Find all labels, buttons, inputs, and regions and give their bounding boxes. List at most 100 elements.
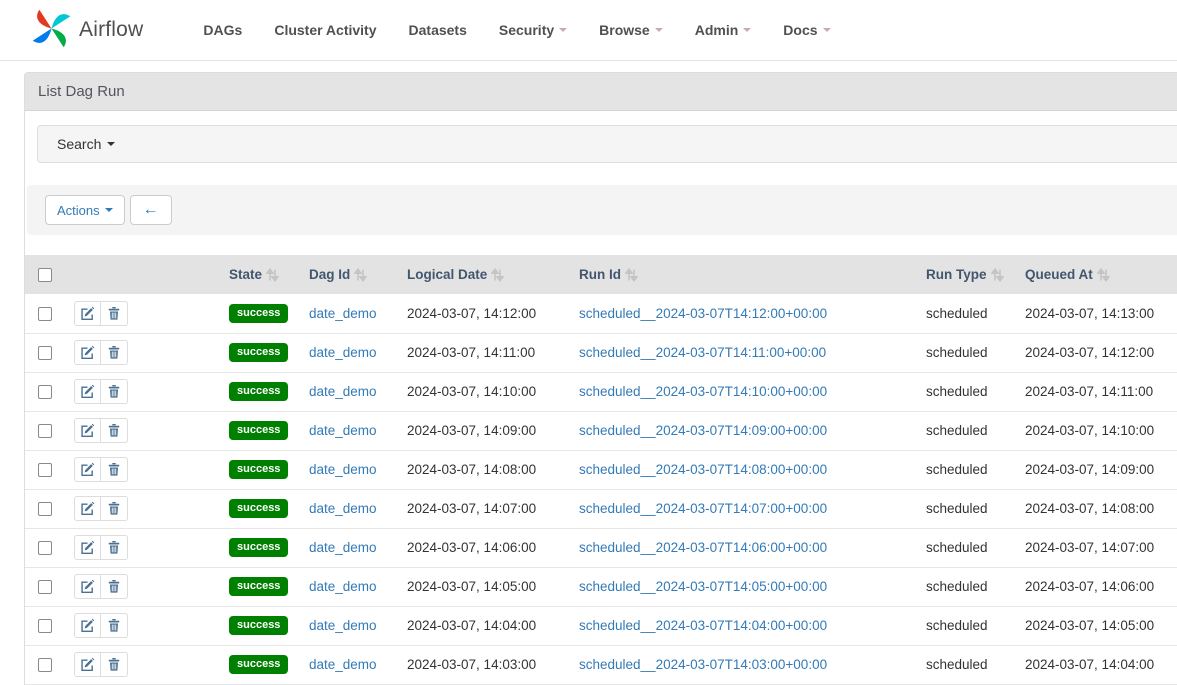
state-badge: success <box>229 460 288 479</box>
edit-record-button[interactable] <box>74 574 101 599</box>
row-checkbox[interactable] <box>38 307 52 321</box>
delete-record-button[interactable] <box>101 301 128 326</box>
delete-record-button[interactable] <box>101 340 128 365</box>
nav-security[interactable]: Security <box>499 22 567 38</box>
table-row: success date_demo 2024-03-07, 14:04:00 s… <box>25 606 1177 645</box>
logical-date-cell: 2024-03-07, 14:12:00 <box>399 294 571 333</box>
queued-at-cell: 2024-03-07, 14:10:00 <box>1017 411 1177 450</box>
run-id-link[interactable]: scheduled__2024-03-07T14:12:00+00:00 <box>579 306 827 321</box>
run-id-link[interactable]: scheduled__2024-03-07T14:03:00+00:00 <box>579 657 827 672</box>
column-header-run-id[interactable]: Run Id <box>579 267 638 282</box>
nav-dags[interactable]: DAGs <box>203 22 242 38</box>
run-type-cell: scheduled <box>918 645 1017 684</box>
column-header-queued-at[interactable]: Queued At <box>1025 267 1110 282</box>
row-checkbox[interactable] <box>38 658 52 672</box>
dag-id-link[interactable]: date_demo <box>309 345 377 360</box>
nav-cluster-activity[interactable]: Cluster Activity <box>274 22 376 38</box>
back-button[interactable]: ← <box>130 195 172 225</box>
column-header-dag-id[interactable]: Dag Id <box>309 267 367 282</box>
run-id-link[interactable]: scheduled__2024-03-07T14:05:00+00:00 <box>579 579 827 594</box>
dag-id-link[interactable]: date_demo <box>309 501 377 516</box>
delete-record-button[interactable] <box>101 535 128 560</box>
dag-id-link[interactable]: date_demo <box>309 462 377 477</box>
logical-date-cell: 2024-03-07, 14:06:00 <box>399 528 571 567</box>
row-checkbox[interactable] <box>38 346 52 360</box>
state-badge: success <box>229 421 288 440</box>
trash-icon <box>107 579 121 594</box>
delete-record-button[interactable] <box>101 613 128 638</box>
edit-record-button[interactable] <box>74 379 101 404</box>
run-id-link[interactable]: scheduled__2024-03-07T14:08:00+00:00 <box>579 462 827 477</box>
row-checkbox[interactable] <box>38 541 52 555</box>
dag-id-link[interactable]: date_demo <box>309 423 377 438</box>
dag-id-link[interactable]: date_demo <box>309 657 377 672</box>
run-id-link[interactable]: scheduled__2024-03-07T14:07:00+00:00 <box>579 501 827 516</box>
row-checkbox[interactable] <box>38 424 52 438</box>
brand-name: Airflow <box>79 18 143 42</box>
delete-record-button[interactable] <box>101 379 128 404</box>
run-id-link[interactable]: scheduled__2024-03-07T14:04:00+00:00 <box>579 618 827 633</box>
dag-run-table-body: success date_demo 2024-03-07, 14:12:00 s… <box>25 294 1177 684</box>
run-id-link[interactable]: scheduled__2024-03-07T14:06:00+00:00 <box>579 540 827 555</box>
row-checkbox[interactable] <box>38 463 52 477</box>
delete-record-button[interactable] <box>101 457 128 482</box>
dag-id-link[interactable]: date_demo <box>309 540 377 555</box>
chevron-down-icon <box>743 28 751 32</box>
column-header-run-type[interactable]: Run Type <box>926 267 1004 282</box>
dag-id-link[interactable]: date_demo <box>309 306 377 321</box>
nav-browse[interactable]: Browse <box>599 22 663 38</box>
actions-toolbar: Actions ← <box>27 185 1177 235</box>
queued-at-cell: 2024-03-07, 14:05:00 <box>1017 606 1177 645</box>
delete-record-button[interactable] <box>101 652 128 677</box>
edit-icon <box>80 423 95 438</box>
edit-record-button[interactable] <box>74 496 101 521</box>
actions-dropdown-button[interactable]: Actions <box>45 195 125 225</box>
run-type-cell: scheduled <box>918 411 1017 450</box>
trash-icon <box>107 501 121 516</box>
run-id-link[interactable]: scheduled__2024-03-07T14:09:00+00:00 <box>579 423 827 438</box>
trash-icon <box>107 462 121 477</box>
delete-record-button[interactable] <box>101 574 128 599</box>
chevron-down-icon <box>823 28 831 32</box>
nav-docs[interactable]: Docs <box>783 22 830 38</box>
edit-icon <box>80 657 95 672</box>
delete-record-button[interactable] <box>101 496 128 521</box>
edit-record-button[interactable] <box>74 340 101 365</box>
sort-icon <box>1097 268 1110 282</box>
queued-at-cell: 2024-03-07, 14:13:00 <box>1017 294 1177 333</box>
trash-icon <box>107 345 121 360</box>
search-toggle[interactable]: Search <box>37 125 1177 163</box>
edit-icon <box>80 345 95 360</box>
state-badge: success <box>229 382 288 401</box>
row-checkbox[interactable] <box>38 619 52 633</box>
column-header-state[interactable]: State <box>229 267 279 282</box>
edit-record-button[interactable] <box>74 613 101 638</box>
column-header-logical-date[interactable]: Logical Date <box>407 267 504 282</box>
row-checkbox[interactable] <box>38 580 52 594</box>
run-type-cell: scheduled <box>918 606 1017 645</box>
row-checkbox[interactable] <box>38 502 52 516</box>
dag-id-link[interactable]: date_demo <box>309 384 377 399</box>
run-id-link[interactable]: scheduled__2024-03-07T14:10:00+00:00 <box>579 384 827 399</box>
nav-admin[interactable]: Admin <box>695 22 752 38</box>
edit-record-button[interactable] <box>74 535 101 560</box>
delete-record-button[interactable] <box>101 418 128 443</box>
sort-icon <box>625 268 638 282</box>
edit-record-button[interactable] <box>74 457 101 482</box>
airflow-logo <box>30 7 73 53</box>
queued-at-cell: 2024-03-07, 14:09:00 <box>1017 450 1177 489</box>
run-id-link[interactable]: scheduled__2024-03-07T14:11:00+00:00 <box>579 345 826 360</box>
airflow-brand[interactable]: Airflow <box>30 7 143 53</box>
edit-record-button[interactable] <box>74 301 101 326</box>
list-dag-run-panel: List Dag Run Search Actions ← State Dag … <box>24 72 1177 685</box>
dag-id-link[interactable]: date_demo <box>309 618 377 633</box>
edit-record-button[interactable] <box>74 652 101 677</box>
nav-datasets[interactable]: Datasets <box>409 22 467 38</box>
select-all-checkbox[interactable] <box>38 268 52 282</box>
run-type-cell: scheduled <box>918 372 1017 411</box>
chevron-down-icon <box>107 142 115 146</box>
edit-record-button[interactable] <box>74 418 101 443</box>
table-row: success date_demo 2024-03-07, 14:05:00 s… <box>25 567 1177 606</box>
row-checkbox[interactable] <box>38 385 52 399</box>
dag-id-link[interactable]: date_demo <box>309 579 377 594</box>
